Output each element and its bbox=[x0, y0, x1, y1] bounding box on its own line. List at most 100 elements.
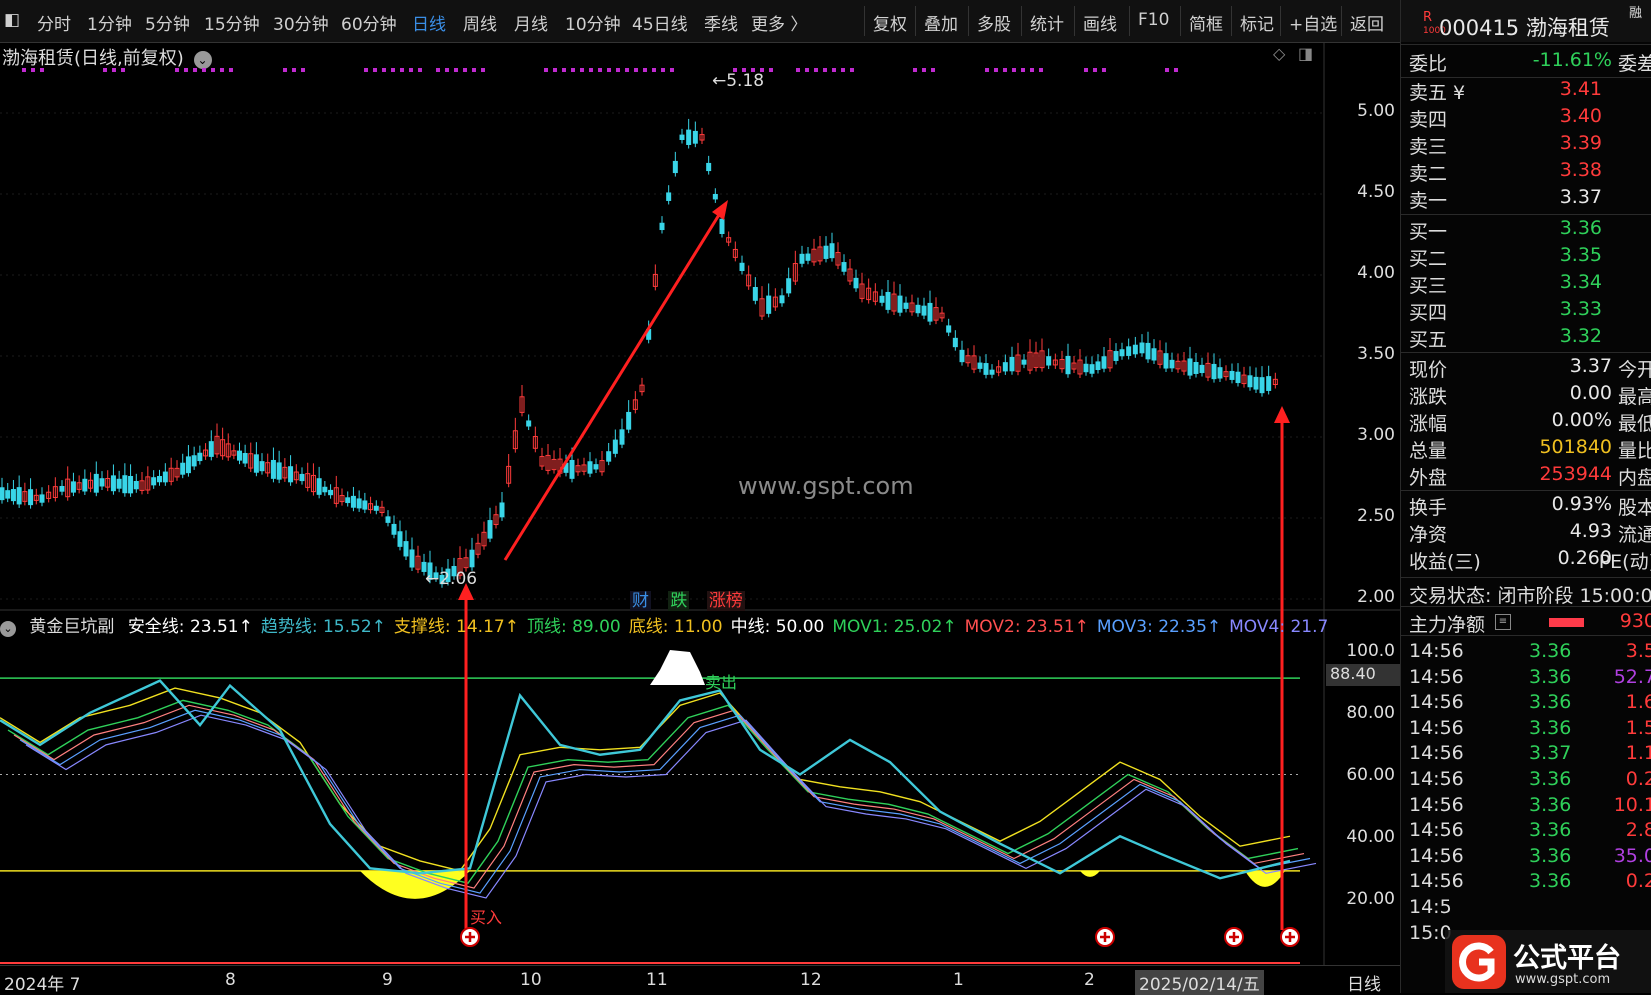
signal-dot bbox=[1174, 68, 1178, 72]
exit-arrow-head bbox=[1274, 406, 1290, 423]
event-tag-1[interactable]: 跌 bbox=[668, 591, 690, 611]
sell-level-4[interactable]: 卖一 3.37 bbox=[1409, 186, 1651, 212]
signal-dot bbox=[1093, 68, 1097, 72]
price-axis-label: 4.50 bbox=[1357, 182, 1395, 202]
date-axis-label: 2024年 7 bbox=[4, 975, 81, 995]
stat-row-1-ext: 最高 bbox=[1617, 386, 1651, 408]
signal-dot bbox=[445, 68, 449, 72]
stat2-row-1-value: 4.93 bbox=[1569, 520, 1612, 542]
candle-body bbox=[1046, 356, 1052, 366]
signal-dot bbox=[1030, 68, 1034, 72]
signal-dot bbox=[202, 68, 206, 72]
signal-dot bbox=[112, 68, 116, 72]
signal-dot bbox=[454, 68, 458, 72]
stat-row-2[interactable]: 涨幅 0.00% 最低 bbox=[1409, 409, 1651, 435]
candle-body bbox=[270, 459, 276, 479]
candle-body bbox=[712, 193, 718, 200]
indicator-axis-label: 100.0 bbox=[1346, 641, 1395, 661]
date-mode-label[interactable]: 日线 bbox=[1347, 970, 1381, 995]
stat-row-1[interactable]: 涨跌 0.00 最高 bbox=[1409, 382, 1651, 408]
sell-level-1[interactable]: 卖四 3.40 bbox=[1409, 105, 1651, 131]
candle-body bbox=[752, 287, 758, 301]
stat-row-3[interactable]: 总量 501840 量比 bbox=[1409, 436, 1651, 462]
main-net-label: 主力净额 bbox=[1409, 614, 1486, 636]
stat2-row-0[interactable]: 换手 0.93% 股本 bbox=[1409, 493, 1651, 519]
buy-level-2[interactable]: 买三 3.34 bbox=[1409, 271, 1651, 297]
candle-body bbox=[706, 162, 712, 172]
stat-row-4[interactable]: 外盘 253944 内盘 bbox=[1409, 463, 1651, 489]
signal-dot bbox=[301, 68, 305, 72]
kline-chart[interactable]: ←5.18 ←2.06 卖出买入 bbox=[0, 0, 1400, 993]
candle-body bbox=[686, 129, 692, 145]
signal-dot bbox=[832, 68, 836, 72]
candle-body bbox=[5, 490, 11, 499]
signal-dot bbox=[598, 68, 602, 72]
panel-divider bbox=[1401, 352, 1651, 353]
weibi-row[interactable]: 委比 -11.61% 委差 bbox=[1409, 49, 1651, 75]
signal-dot bbox=[436, 68, 440, 72]
candle-body bbox=[409, 549, 415, 568]
candle-body bbox=[1193, 362, 1199, 374]
stat2-row-2[interactable]: 收益(三) 0.260 PE(动) bbox=[1409, 547, 1651, 573]
candle-body bbox=[659, 222, 665, 231]
tick-time: 14:56 bbox=[1409, 768, 1464, 790]
stat-row-0[interactable]: 现价 3.37 今开 bbox=[1409, 355, 1651, 381]
signal-dot bbox=[184, 68, 188, 72]
candle-body bbox=[1163, 353, 1169, 369]
candle-body bbox=[626, 411, 632, 430]
event-tag-2[interactable]: 涨榜 bbox=[706, 591, 745, 611]
sell-level-2-label: 卖三 bbox=[1409, 136, 1448, 158]
indicator-item-1: 趋势线: 15.52↑ bbox=[260, 617, 386, 637]
list-icon[interactable]: ≡ bbox=[1495, 614, 1511, 630]
signal-dot bbox=[409, 68, 413, 72]
tick-volume: 52.7 bbox=[1613, 665, 1651, 688]
buy-level-4-value: 3.32 bbox=[1559, 325, 1602, 347]
candle-body bbox=[1113, 351, 1119, 361]
buy-level-0[interactable]: 买一 3.36 bbox=[1409, 217, 1651, 243]
sell-level-3[interactable]: 卖二 3.38 bbox=[1409, 159, 1651, 185]
sell-level-2[interactable]: 卖三 3.39 bbox=[1409, 132, 1651, 158]
indicator-legend: ⌄ 黄金巨坑副 安全线: 23.51↑ 趋势线: 15.52↑ 支撑线: 14.17… bbox=[0, 612, 1330, 638]
candle-body bbox=[59, 485, 65, 492]
candle-body bbox=[1266, 376, 1272, 391]
signal-dot bbox=[472, 68, 476, 72]
candle-body bbox=[39, 494, 45, 503]
stat-row-2-value: 0.00% bbox=[1551, 409, 1612, 431]
candle-body bbox=[1187, 358, 1193, 376]
date-axis-label: 8 bbox=[225, 970, 236, 990]
event-tags: 财 跌 涨榜 bbox=[630, 586, 745, 611]
buy-label: 买入 bbox=[470, 908, 502, 927]
candle-body bbox=[259, 461, 265, 472]
buy-level-1[interactable]: 买二 3.35 bbox=[1409, 244, 1651, 270]
buy-level-3[interactable]: 买四 3.33 bbox=[1409, 298, 1651, 324]
candle-body bbox=[927, 302, 933, 322]
stat2-row-2-ext: PE(动) bbox=[1598, 551, 1651, 573]
candle-body bbox=[593, 464, 599, 470]
stat2-row-1[interactable]: 净资 4.93 流通 bbox=[1409, 520, 1651, 546]
signal-dot bbox=[481, 68, 485, 72]
indicator-name[interactable]: 黄金巨坑副 bbox=[29, 617, 114, 637]
signal-dot bbox=[31, 68, 35, 72]
buy-level-4-label: 买五 bbox=[1409, 329, 1448, 351]
stat-row-4-ext: 内盘 bbox=[1617, 467, 1651, 489]
event-tag-0[interactable]: 财 bbox=[630, 591, 651, 611]
signal-dot bbox=[1012, 68, 1016, 72]
indicator-settings-icon[interactable]: ⌄ bbox=[0, 621, 16, 637]
indicator-axis-label: 40.00 bbox=[1346, 827, 1395, 847]
candle-body bbox=[397, 531, 403, 547]
buy-level-4[interactable]: 买五 3.32 bbox=[1409, 325, 1651, 351]
indicator-item-3: 顶线: 89.00 bbox=[526, 617, 621, 637]
signal-dot bbox=[283, 68, 287, 72]
main-net-row[interactable]: 主力净额 ≡ 930 bbox=[1409, 610, 1651, 636]
candle-body bbox=[1151, 348, 1157, 361]
stat-row-4-label: 外盘 bbox=[1409, 467, 1448, 489]
candle-body bbox=[719, 218, 725, 234]
tick-time: 14:56 bbox=[1409, 691, 1464, 714]
signal-dot bbox=[580, 68, 584, 72]
candle-body bbox=[391, 523, 397, 535]
stat-row-1-value: 0.00 bbox=[1569, 382, 1612, 404]
tick-volume: 35.0 bbox=[1613, 844, 1651, 867]
candle-body bbox=[587, 461, 593, 474]
stock-code-name: 000415 渤海租赁 bbox=[1439, 16, 1610, 40]
sell-level-0[interactable]: 卖五 ¥ 3.41 bbox=[1409, 78, 1651, 104]
